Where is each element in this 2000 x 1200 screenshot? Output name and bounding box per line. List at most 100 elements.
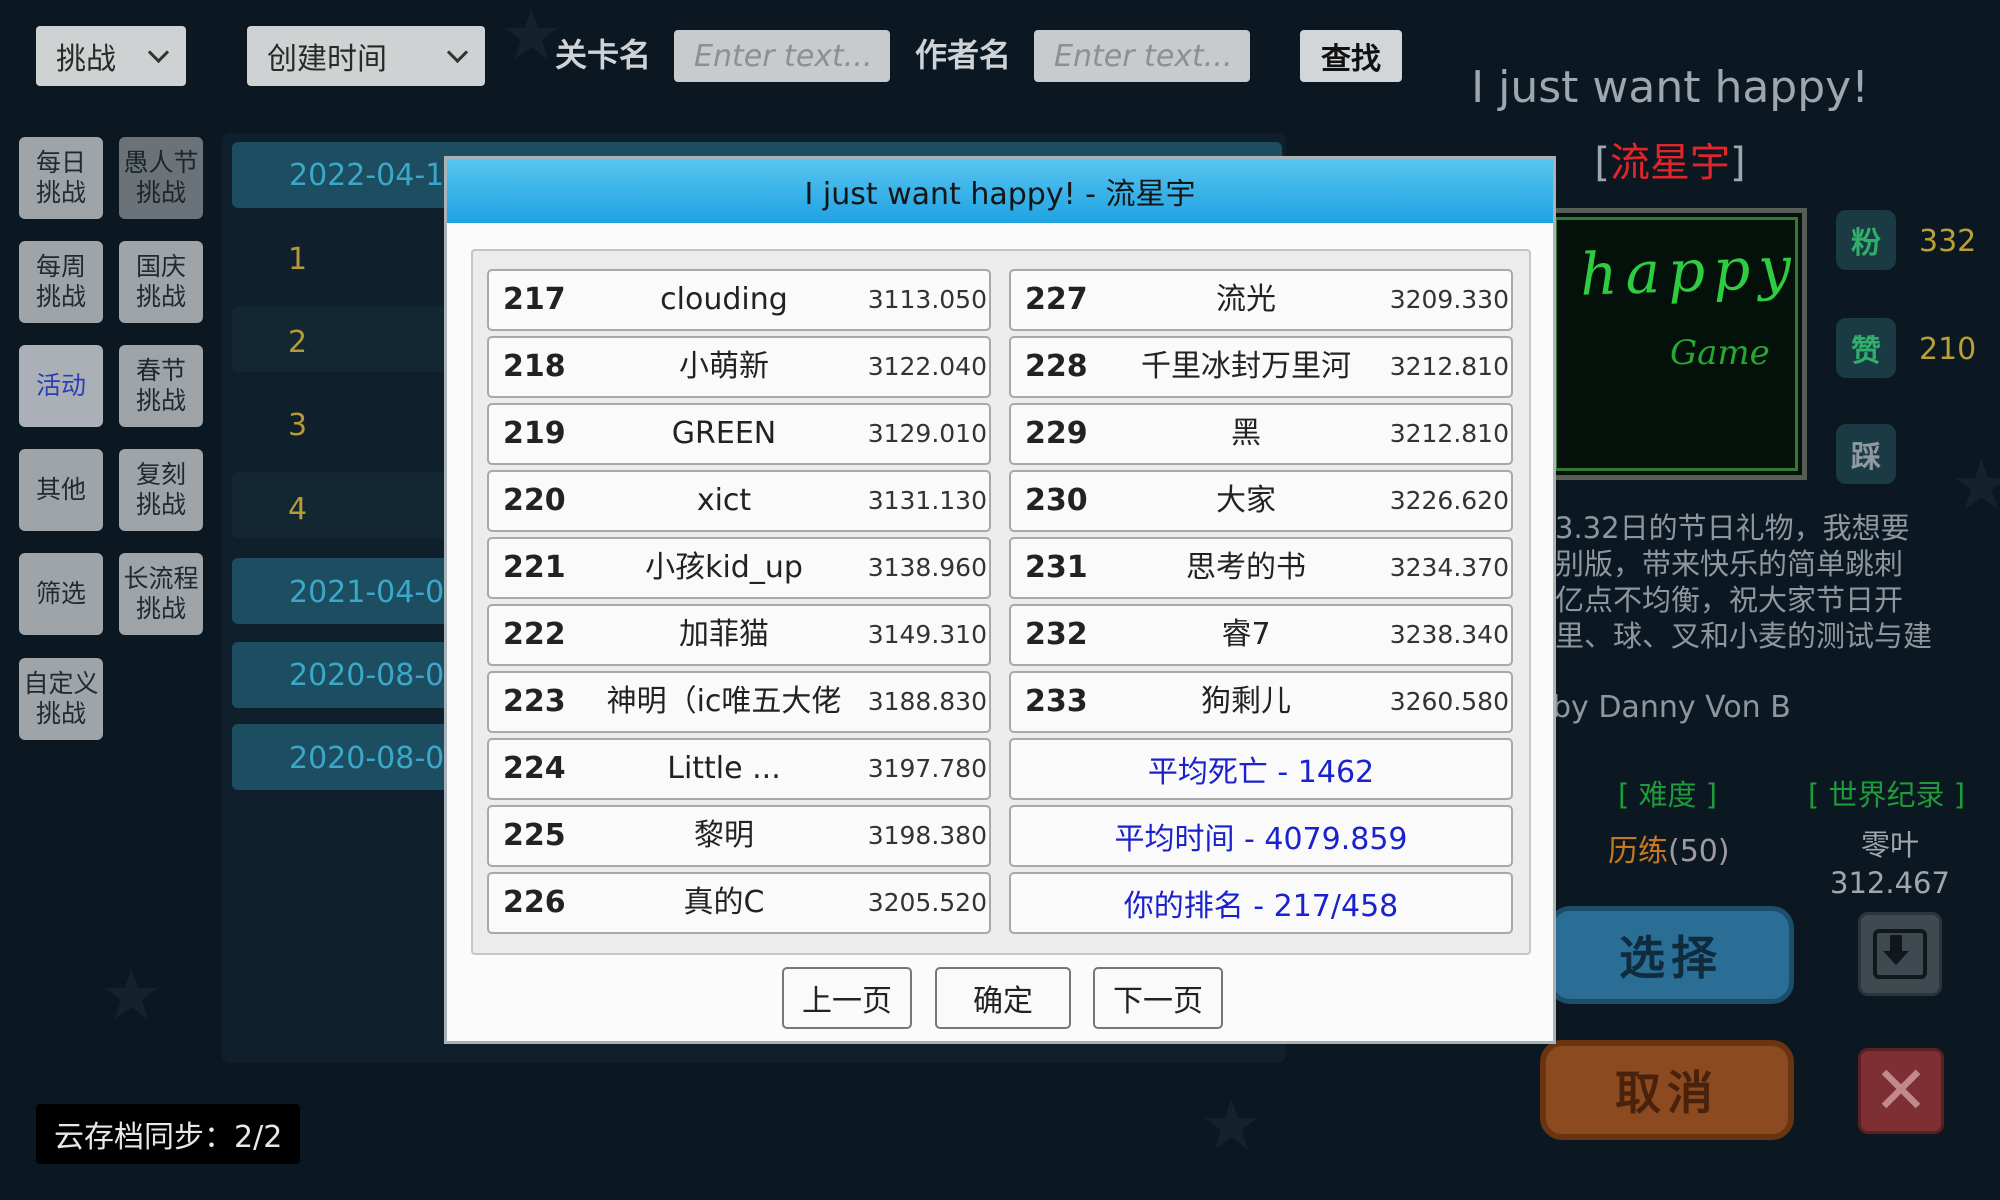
cloud-sync-status: 云存档同步：2/2 xyxy=(36,1104,301,1164)
entry-rank: 219 xyxy=(503,416,566,451)
entry-time: 3122.040 xyxy=(867,352,987,381)
entry-rank: 232 xyxy=(1025,617,1088,652)
level-row-date: 2021-04-09 xyxy=(289,575,464,610)
leaderboard-entry: 221 小孩kid_up 3138.960 xyxy=(487,537,991,599)
chevron-down-icon xyxy=(446,41,469,63)
entry-time: 3238.340 xyxy=(1389,620,1509,649)
difficulty-number: (50) xyxy=(1668,834,1730,869)
entry-player: 睿7 xyxy=(1221,617,1271,652)
entry-rank: 227 xyxy=(1025,282,1088,317)
entry-time: 3209.330 xyxy=(1389,285,1509,314)
entry-player: clouding xyxy=(660,282,788,317)
difficulty-name: 历练 xyxy=(1608,834,1668,869)
entry-player: 流光 xyxy=(1216,282,1276,317)
leaderboard-entry: 230 大家 3226.620 xyxy=(1009,470,1513,532)
leaderboard-body: 217 clouding 3113.050 218 小萌新 3122.040 2… xyxy=(471,249,1531,955)
leaderboard-entry: 224 Little ... 3197.780 xyxy=(487,738,991,800)
level-row-number: 3 xyxy=(288,408,308,443)
category-filter[interactable]: 筛选 xyxy=(19,553,103,635)
category-weekly-challenge[interactable]: 每周 挑战 xyxy=(19,241,103,323)
level-thumbnail: happy Game xyxy=(1545,208,1807,480)
fans-count: 332 xyxy=(1919,224,1977,259)
leaderboard-title: I just want happy! - 流星宇 xyxy=(447,159,1553,223)
entry-player: 加菲猫 xyxy=(679,617,769,652)
download-icon-arrowhead xyxy=(1883,951,1909,965)
confirm-button[interactable]: 确定 xyxy=(935,967,1071,1029)
leaderboard-entry: 220 xict 3131.130 xyxy=(487,470,991,532)
mode-dropdown-value: 挑战 xyxy=(56,42,116,77)
entry-rank: 233 xyxy=(1025,684,1088,719)
leaderboard-entry: 231 思考的书 3234.370 xyxy=(1009,537,1513,599)
cancel-button[interactable]: 取消 xyxy=(1540,1040,1794,1140)
difficulty-value: 历练(50) xyxy=(1608,826,1730,870)
level-name-input[interactable] xyxy=(674,30,890,82)
thumbnail-text-happy: happy xyxy=(1578,233,1801,309)
entry-time: 3234.370 xyxy=(1389,553,1509,582)
entry-rank: 224 xyxy=(503,751,566,786)
entry-rank: 223 xyxy=(503,684,566,719)
entry-player: 小孩kid_up xyxy=(645,550,803,585)
leaderboard-entry: 226 真的C 3205.520 xyxy=(487,872,991,934)
download-icon[interactable] xyxy=(1858,912,1942,996)
entry-player: xict xyxy=(696,483,752,518)
entry-time: 3129.010 xyxy=(867,419,987,448)
category-april-fools-challenge[interactable]: 愚人节 挑战 xyxy=(119,137,203,219)
likes-count: 210 xyxy=(1919,332,1977,367)
like-icon[interactable]: 赞 xyxy=(1836,318,1896,378)
leaderboard-entry: 218 小萌新 3122.040 xyxy=(487,336,991,398)
entry-rank: 230 xyxy=(1025,483,1088,518)
category-other[interactable]: 其他 xyxy=(19,449,103,531)
level-row-date: 2020-08-02 xyxy=(289,658,464,693)
fans-icon[interactable]: 粉 xyxy=(1836,210,1896,270)
previous-page-button[interactable]: 上一页 xyxy=(782,967,912,1029)
category-national-day-challenge[interactable]: 国庆 挑战 xyxy=(119,241,203,323)
entry-rank: 222 xyxy=(503,617,566,652)
entry-time: 3198.380 xyxy=(867,821,987,850)
leaderboard-entry: 233 狗剩儿 3260.580 xyxy=(1009,671,1513,733)
leaderboard-dialog: I just want happy! - 流星宇 217 clouding 31… xyxy=(444,156,1556,1044)
leaderboard-entry: 232 睿7 3238.340 xyxy=(1009,604,1513,666)
category-remake-challenge[interactable]: 复刻 挑战 xyxy=(119,449,203,531)
leaderboard-entry: 227 流光 3209.330 xyxy=(1009,269,1513,331)
next-page-button[interactable]: 下一页 xyxy=(1093,967,1223,1029)
entry-player: 大家 xyxy=(1216,483,1276,518)
category-daily-challenge[interactable]: 每日 挑战 xyxy=(19,137,103,219)
entry-rank: 220 xyxy=(503,483,566,518)
level-credit: by Danny Von B xyxy=(1552,690,1791,725)
sort-dropdown[interactable]: 创建时间 xyxy=(247,26,485,86)
category-spring-festival-challenge[interactable]: 春节 挑战 xyxy=(119,345,203,427)
background-star-icon: ★ xyxy=(500,0,563,76)
leaderboard-entry: 219 GREEN 3129.010 xyxy=(487,403,991,465)
dislike-icon[interactable]: 踩 xyxy=(1836,424,1896,484)
leaderboard-entry: 229 黑 3212.810 xyxy=(1009,403,1513,465)
mode-dropdown[interactable]: 挑战 xyxy=(36,26,186,86)
entry-player: 小萌新 xyxy=(679,349,769,384)
average-deaths: 平均死亡 - 1462 xyxy=(1009,738,1513,800)
search-button[interactable]: 查找 xyxy=(1300,30,1402,82)
entry-rank: 229 xyxy=(1025,416,1088,451)
entry-player: 黑 xyxy=(1231,416,1261,451)
category-long-challenge[interactable]: 长流程 挑战 xyxy=(119,553,203,635)
author-name-input[interactable] xyxy=(1034,30,1250,82)
entry-player: 神明（ic唯五大佬 xyxy=(606,684,842,719)
entry-rank: 221 xyxy=(503,550,566,585)
entry-rank: 226 xyxy=(503,885,566,920)
entry-time: 3188.830 xyxy=(867,687,987,716)
entry-rank: 225 xyxy=(503,818,566,853)
leaderboard-entry: 217 clouding 3113.050 xyxy=(487,269,991,331)
author-name-label: 作者名 xyxy=(915,36,1012,74)
category-event[interactable]: 活动 xyxy=(19,345,103,427)
category-custom-challenge[interactable]: 自定义 挑战 xyxy=(19,658,103,740)
entry-player: 狗剩儿 xyxy=(1201,684,1291,719)
thumbnail-text-game: Game xyxy=(1670,333,1770,373)
leaderboard-entry: 228 千里冰封万里河 3212.810 xyxy=(1009,336,1513,398)
world-record-time: 312.467 xyxy=(1830,866,1950,900)
author-bracket-close: ] xyxy=(1730,140,1746,186)
select-button[interactable]: 选择 xyxy=(1548,906,1794,1004)
chevron-down-icon xyxy=(147,41,170,63)
close-icon[interactable]: ✕ xyxy=(1858,1048,1944,1134)
entry-player: 真的C xyxy=(683,885,765,920)
level-row-date: 2022-04-12 xyxy=(289,158,464,193)
author-bracket-open: [ xyxy=(1594,140,1610,186)
level-description: 3.32日的节日礼物，我想要 别版，带来快乐的简单跳刺 亿点不均衡，祝大家节日开… xyxy=(1555,511,1933,653)
